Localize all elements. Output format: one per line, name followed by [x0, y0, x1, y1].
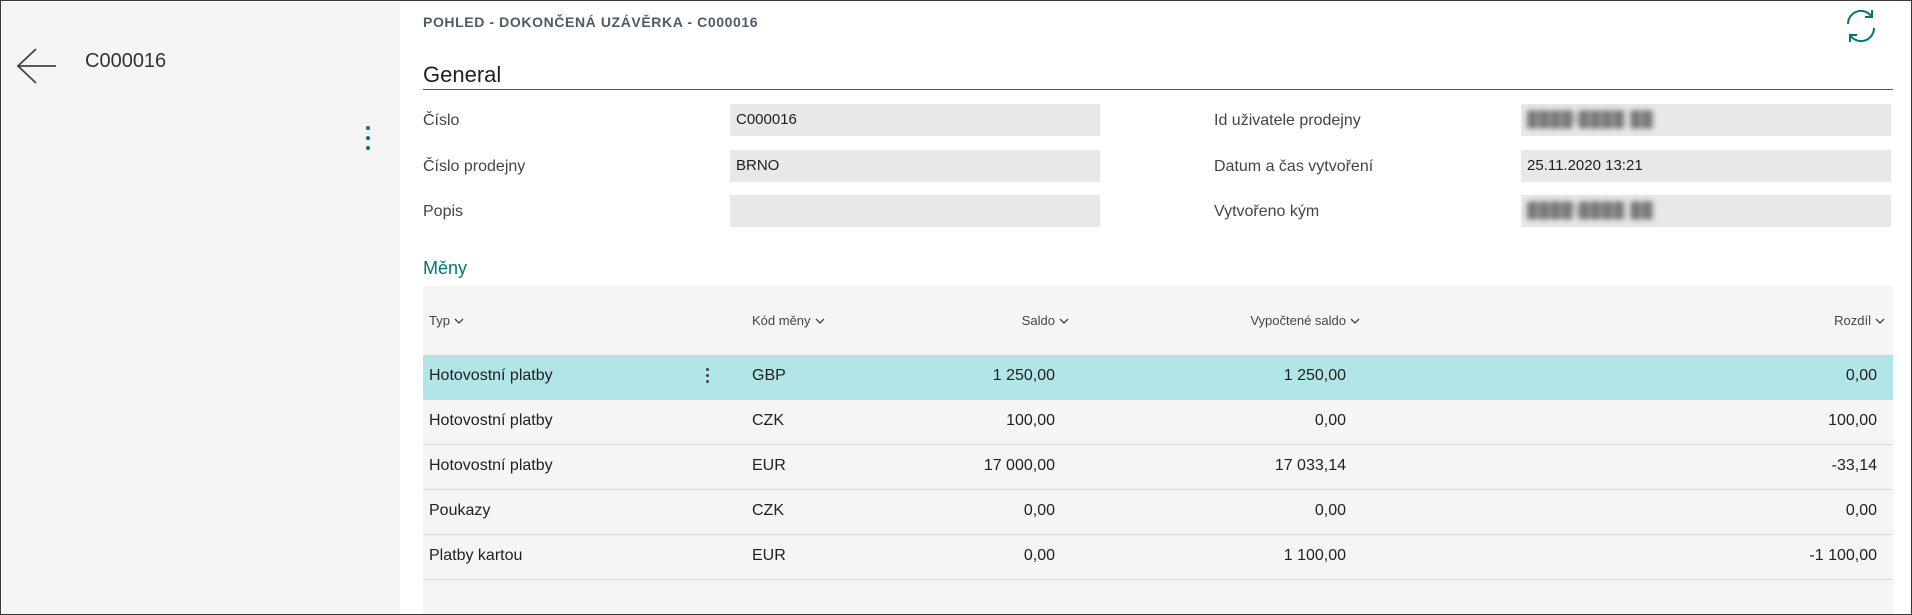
label-datum: Datum a čas vytvoření: [1214, 158, 1374, 175]
cell-kod-meny: EUR: [752, 457, 786, 474]
label-cislo: Číslo: [423, 112, 460, 129]
chevron-down-icon: [1350, 318, 1360, 324]
cell-vypoctene-saldo: 1 100,00: [1283, 547, 1346, 564]
cell-kod-meny: GBP: [752, 367, 786, 384]
cell-rozdil: 0,00: [1845, 502, 1877, 519]
cell-saldo: 1 250,00: [992, 367, 1055, 384]
cell-vypoctene-saldo: 0,00: [1314, 502, 1346, 519]
cell-rozdil: 100,00: [1828, 412, 1877, 429]
row-actions-button[interactable]: [701, 366, 713, 388]
table-row[interactable]: Platby kartou EUR 0,00 1 100,00 -1 100,0…: [423, 535, 1893, 580]
vertical-ellipsis-icon: [366, 126, 370, 130]
column-header-kod-meny[interactable]: Kód měny: [752, 313, 825, 328]
window-frame: C000016 POHLED - DOKONČENÁ UZÁVĚRKA - C0…: [0, 0, 1912, 615]
cell-saldo: 17 000,00: [983, 457, 1055, 474]
cell-rozdil: -33,14: [1831, 457, 1877, 474]
label-vytvoreno: Vytvořeno kým: [1214, 203, 1320, 220]
chevron-down-icon: [1059, 318, 1069, 324]
page-caption: POHLED - DOKONČENÁ UZÁVĚRKA - C000016: [423, 14, 759, 30]
redacted-value: ████\████ ██: [1527, 202, 1654, 219]
currencies-table: Typ Kód měny Saldo Vypočtené saldo Rozdí…: [423, 286, 1893, 614]
cell-typ: Hotovostní platby: [429, 367, 553, 384]
label-id-uzivatele: Id uživatele prodejny: [1214, 112, 1361, 129]
field-cislo-prodejny[interactable]: BRNO: [730, 150, 1100, 182]
field-vytvoreno[interactable]: ████\████ ██: [1521, 195, 1891, 227]
cell-typ: Poukazy: [429, 502, 491, 519]
arrow-left-icon: [16, 48, 56, 84]
cell-vypoctene-saldo: 1 250,00: [1283, 367, 1346, 384]
cell-kod-meny: CZK: [752, 412, 784, 429]
field-id-uzivatele[interactable]: ████\████ ██: [1521, 104, 1891, 136]
cell-typ: Hotovostní platby: [429, 412, 553, 429]
refresh-button[interactable]: [1841, 6, 1881, 46]
table-row[interactable]: Poukazy CZK 0,00 0,00 0,00: [423, 490, 1893, 535]
field-popis[interactable]: [730, 195, 1100, 227]
section-title-general: General: [423, 62, 502, 87]
cell-vypoctene-saldo: 0,00: [1314, 412, 1346, 429]
table-header: Typ Kód měny Saldo Vypočtené saldo Rozdí…: [423, 286, 1893, 355]
section-divider: [423, 89, 1893, 90]
more-actions-button[interactable]: [357, 122, 379, 162]
section-title-meny[interactable]: Měny: [423, 258, 467, 279]
label-popis: Popis: [423, 203, 464, 220]
column-header-rozdil[interactable]: Rozdíl: [1834, 313, 1885, 328]
main-content: POHLED - DOKONČENÁ UZÁVĚRKA - C000016 Ge…: [401, 2, 1911, 614]
column-header-vypoctene-saldo[interactable]: Vypočtené saldo: [1250, 313, 1360, 328]
vertical-ellipsis-icon: [705, 368, 709, 371]
record-title: C000016: [85, 50, 167, 72]
cell-saldo: 100,00: [1006, 412, 1055, 429]
column-header-typ[interactable]: Typ: [429, 313, 464, 328]
field-cislo[interactable]: C000016: [730, 104, 1100, 136]
redacted-value: ████\████ ██: [1527, 111, 1654, 128]
field-datum[interactable]: 25.11.2020 13:21: [1521, 150, 1891, 182]
cell-typ: Hotovostní platby: [429, 457, 553, 474]
back-button[interactable]: [16, 46, 58, 86]
label-cislo-prodejny: Číslo prodejny: [423, 158, 526, 175]
left-pane: C000016: [2, 2, 400, 614]
cell-saldo: 0,00: [1023, 547, 1055, 564]
chevron-down-icon: [815, 318, 825, 324]
cell-vypoctene-saldo: 17 033,14: [1274, 457, 1346, 474]
cell-rozdil: 0,00: [1845, 367, 1877, 384]
cell-kod-meny: EUR: [752, 547, 786, 564]
chevron-down-icon: [1875, 318, 1885, 324]
column-header-saldo[interactable]: Saldo: [1022, 313, 1069, 328]
cell-kod-meny: CZK: [752, 502, 784, 519]
table-row[interactable]: Hotovostní platby CZK 100,00 0,00 100,00: [423, 400, 1893, 445]
cell-rozdil: -1 100,00: [1809, 547, 1877, 564]
chevron-down-icon: [454, 318, 464, 324]
table-row[interactable]: Hotovostní platby GBP 1 250,00 1 250,00 …: [423, 355, 1893, 400]
refresh-icon: [1846, 9, 1876, 43]
cell-typ: Platby kartou: [429, 547, 523, 564]
table-row[interactable]: Hotovostní platby EUR 17 000,00 17 033,1…: [423, 445, 1893, 490]
cell-saldo: 0,00: [1023, 502, 1055, 519]
